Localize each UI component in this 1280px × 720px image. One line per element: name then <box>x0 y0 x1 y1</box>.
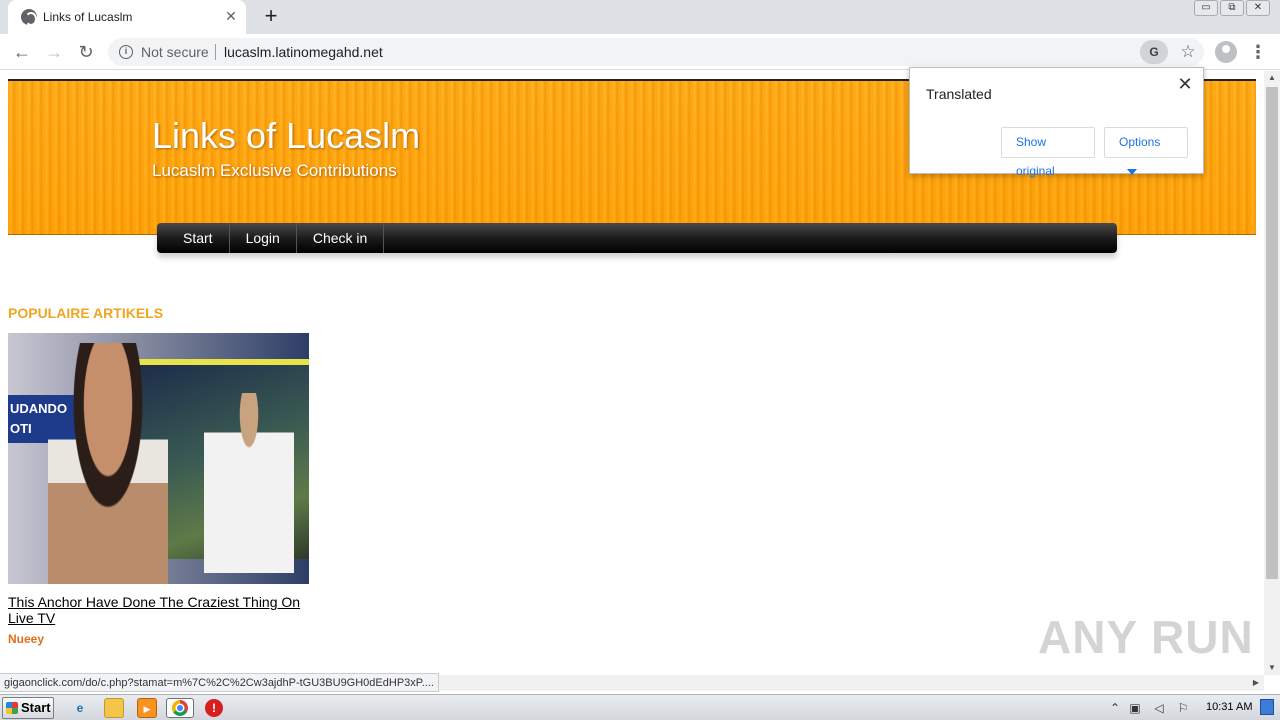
info-icon[interactable]: i <box>119 45 133 59</box>
new-tab-button[interactable]: + <box>259 5 283 29</box>
volume-icon[interactable]: ◁ <box>1152 700 1166 716</box>
scroll-right-arrow-icon[interactable]: ▶ <box>1250 675 1262 691</box>
system-tray: ⌃ ▣ ◁ ⚐ 10:31 AM <box>1104 697 1254 719</box>
chrome-icon[interactable] <box>166 698 194 718</box>
popup-title: Translated <box>926 86 992 102</box>
globe-icon <box>21 9 37 26</box>
bookmark-star-icon[interactable]: ☆ <box>1176 40 1200 64</box>
site-navbar: Start Login Check in <box>157 223 1117 253</box>
scroll-down-arrow-icon[interactable]: ▼ <box>1264 661 1280 675</box>
restore-button[interactable]: ⧉ <box>1220 0 1244 16</box>
thumbnail-player-figure <box>204 393 294 573</box>
profile-avatar-icon[interactable] <box>1215 41 1237 63</box>
nav-item-check-in[interactable]: Check in <box>297 223 385 253</box>
scrollbar-thumb[interactable] <box>1266 87 1278 579</box>
browser-toolbar: ← → ↻ i Not secure lucaslm.latinomegahd.… <box>0 34 1280 70</box>
close-tab-icon[interactable]: ✕ <box>222 7 240 25</box>
close-window-button[interactable]: ✕ <box>1246 0 1270 16</box>
minimize-button[interactable]: ▭ <box>1194 0 1218 16</box>
start-button[interactable]: Start <box>2 697 54 719</box>
divider <box>215 44 216 60</box>
close-icon[interactable]: ✕ <box>1175 74 1195 94</box>
windows-logo-icon <box>6 702 18 714</box>
tab-title: Links of Lucaslm <box>43 10 133 24</box>
address-bar[interactable]: i Not secure lucaslm.latinomegahd.net G … <box>108 38 1204 66</box>
network-icon[interactable]: ▣ <box>1128 700 1142 716</box>
site-subtitle: Lucaslm Exclusive Contributions <box>152 161 397 180</box>
windows-taskbar: Start e ▶ ! ⌃ ▣ ◁ ⚐ 10:31 AM <box>0 694 1280 720</box>
options-label: Options <box>1119 135 1161 149</box>
show-original-button[interactable]: Show original <box>1001 127 1095 178</box>
window-controls: ▭ ⧉ ✕ <box>1194 0 1270 18</box>
browser-menu-icon[interactable]: ⋮ <box>1248 39 1268 65</box>
vertical-scrollbar[interactable]: ▲ ▼ <box>1264 71 1280 675</box>
anyrun-watermark: ANY RUN <box>1038 611 1254 663</box>
browser-tabstrip: Links of Lucaslm ✕ + ▭ ⧉ ✕ <box>0 0 1280 34</box>
chevron-down-icon <box>1127 168 1137 175</box>
clock[interactable]: 10:31 AM <box>1206 701 1252 713</box>
flag-icon[interactable]: ⚐ <box>1176 700 1190 716</box>
article-author[interactable]: Nueey <box>8 632 44 646</box>
start-label: Start <box>21 700 51 715</box>
site-title[interactable]: Links of Lucaslm <box>152 115 420 157</box>
article-title-link[interactable]: This Anchor Have Done The Craziest Thing… <box>8 594 313 626</box>
show-desktop-button[interactable] <box>1260 699 1274 715</box>
scroll-up-arrow-icon[interactable]: ▲ <box>1264 71 1280 85</box>
translate-icon[interactable]: G <box>1140 40 1168 64</box>
stop-icon[interactable]: ! <box>205 699 223 717</box>
media-player-icon[interactable]: ▶ <box>137 698 157 718</box>
section-heading: POPULAIRE ARTIKELS <box>8 305 164 321</box>
nav-item-login[interactable]: Login <box>230 223 297 253</box>
browser-tab[interactable]: Links of Lucaslm ✕ <box>8 0 246 34</box>
article-thumbnail[interactable]: UDANDO OTI <box>8 333 309 584</box>
back-button[interactable]: ← <box>9 39 35 65</box>
tray-expand-icon[interactable]: ⌃ <box>1108 700 1122 716</box>
nav-item-start[interactable]: Start <box>167 223 230 253</box>
forward-button[interactable]: → <box>41 39 67 65</box>
options-button[interactable]: Options <box>1104 127 1188 175</box>
security-label[interactable]: Not secure <box>141 44 209 60</box>
status-bar-link-preview: gigaonclick.com/do/c.php?stamat=m%7C%2C%… <box>0 673 439 692</box>
reload-button[interactable]: ↻ <box>73 39 99 65</box>
url-text[interactable]: lucaslm.latinomegahd.net <box>224 44 383 60</box>
folder-icon[interactable] <box>104 698 124 718</box>
internet-explorer-icon[interactable]: e <box>70 698 90 718</box>
translate-popup: Translated ✕ Show original Options <box>909 67 1204 178</box>
thumbnail-anchor-figure <box>48 343 168 584</box>
